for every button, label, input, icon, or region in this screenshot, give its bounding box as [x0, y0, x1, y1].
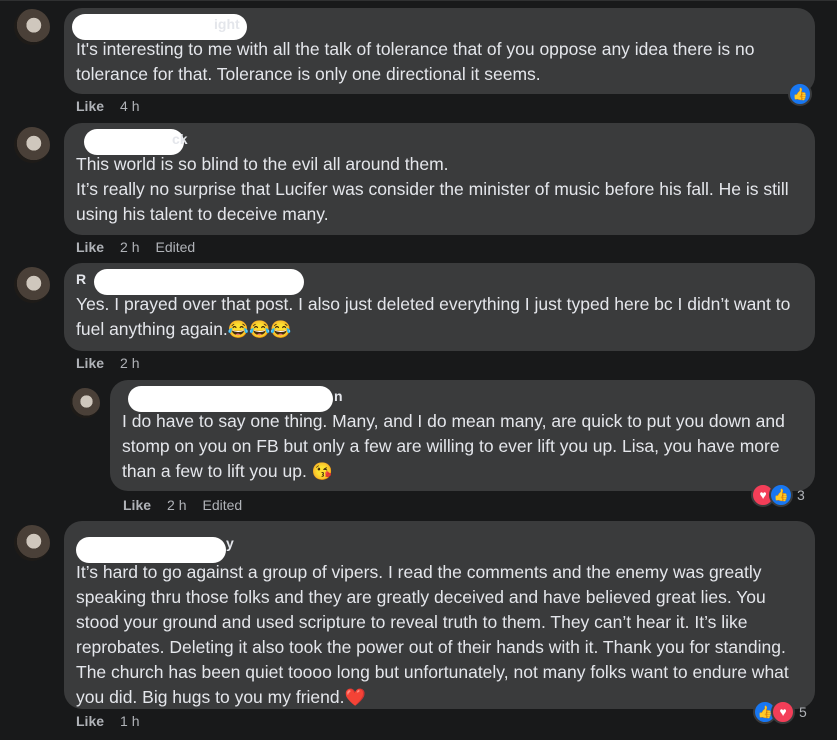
heart-icon: ♥: [771, 700, 795, 724]
commenter-name[interactable]: ck: [76, 129, 803, 155]
comment-actions: Like 2 h: [76, 355, 139, 371]
comment-text: This world is so blind to the evil all a…: [76, 154, 449, 174]
edited-label[interactable]: Edited: [155, 239, 195, 255]
commenter-avatar[interactable]: [14, 267, 50, 303]
kiss-emoji-icon: 😘: [311, 462, 333, 481]
timestamp[interactable]: 1 h: [120, 713, 139, 729]
timestamp[interactable]: 2 h: [120, 355, 139, 371]
reply-bubble: n I do have to say one thing. Many, and …: [110, 380, 815, 491]
timestamp[interactable]: 4 h: [120, 98, 139, 114]
like-button[interactable]: Like: [76, 355, 104, 371]
edited-label[interactable]: Edited: [202, 497, 242, 513]
name-redaction: [128, 386, 333, 412]
like-button[interactable]: Like: [76, 239, 104, 255]
comment-text: It’s hard to go against a group of viper…: [76, 562, 789, 707]
like-button[interactable]: Like: [123, 497, 151, 513]
commenter-name[interactable]: R: [76, 269, 803, 295]
timestamp[interactable]: 2 h: [167, 497, 186, 513]
comment-actions: Like 1 h: [76, 713, 139, 729]
comment-actions: Like 4 h: [76, 98, 139, 114]
reaction-count: 5: [799, 704, 807, 720]
comment-text: It's interesting to me with all the talk…: [76, 39, 755, 84]
like-button[interactable]: Like: [76, 713, 104, 729]
thumbs-up-icon: 👍: [788, 82, 812, 106]
comment-bubble: y It’s hard to go against a group of vip…: [64, 521, 815, 709]
laughing-emoji-icon: 😂😂😂: [227, 320, 292, 339]
timestamp[interactable]: 2 h: [120, 239, 139, 255]
comment-bubble: ight It's interesting to me with all the…: [64, 8, 815, 94]
name-redaction: [84, 129, 184, 155]
like-button[interactable]: Like: [76, 98, 104, 114]
commenter-name[interactable]: y: [76, 529, 803, 563]
comment-text: It’s really no surprise that Lucifer was…: [76, 179, 789, 224]
commenter-avatar[interactable]: [14, 525, 50, 561]
commenter-avatar[interactable]: [14, 9, 50, 45]
commenter-avatar[interactable]: [14, 127, 50, 163]
commenter-name[interactable]: ight: [72, 14, 803, 40]
comment-actions: Like 2 h Edited: [76, 239, 195, 255]
commenter-name[interactable]: n: [122, 386, 803, 412]
comment-bubble: ck This world is so blind to the evil al…: [64, 123, 815, 235]
replier-avatar[interactable]: [70, 388, 100, 418]
thumbs-up-icon: 👍: [769, 483, 793, 507]
heart-emoji-icon: ❤️: [344, 688, 366, 707]
top-divider: [0, 0, 837, 1]
reaction-summary[interactable]: 👍: [788, 82, 812, 106]
comment-actions: Like 2 h Edited: [123, 497, 242, 513]
reaction-count: 3: [797, 487, 805, 503]
comment-text: I do have to say one thing. Many, and I …: [122, 411, 785, 481]
reaction-summary[interactable]: ♥ 👍 3: [751, 483, 805, 507]
comment-bubble: R Yes. I prayed over that post. I also j…: [64, 263, 815, 351]
name-redaction: [94, 269, 304, 295]
comment-text: Yes. I prayed over that post. I also jus…: [76, 294, 791, 339]
name-redaction: [76, 537, 226, 563]
reaction-summary[interactable]: 👍 ♥ 5: [753, 700, 807, 724]
